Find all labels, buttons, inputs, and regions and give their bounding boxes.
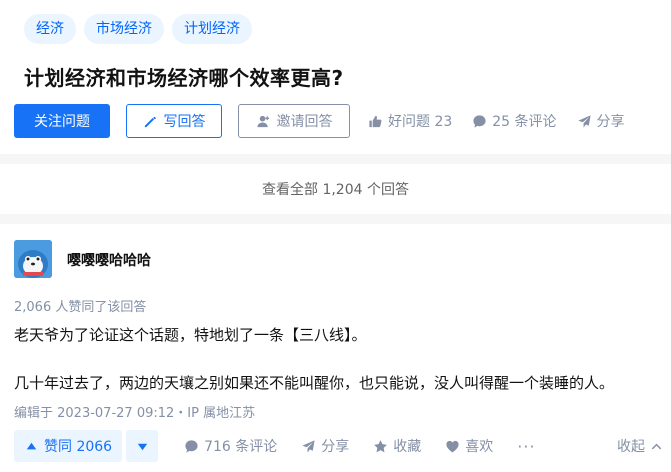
follow-question-label: 关注问题: [34, 114, 90, 130]
chevron-up-icon: [649, 439, 664, 454]
upvote-button[interactable]: 赞同 2066: [14, 430, 123, 462]
invite-answer-label: 邀请回答: [276, 114, 333, 130]
invite-user-icon: [256, 114, 271, 129]
downvote-button[interactable]: [126, 430, 159, 462]
answer-voters-count[interactable]: 2,066 人赞同了该回答: [14, 296, 146, 315]
answer-paragraph: 几十年过去了，两边的天壤之别如果还不能叫醒你，也只能说，没人叫得醒一个装睡的人。: [14, 374, 615, 392]
answer-comments-button[interactable]: 716 条评论: [184, 436, 277, 456]
upvote-label: 赞同 2066: [44, 439, 113, 455]
question-title[interactable]: 计划经济和市场经济哪个效率更高?: [24, 62, 344, 91]
share-plane-icon: [301, 439, 316, 454]
invite-answer-button[interactable]: 邀请回答: [238, 104, 350, 138]
question-share-button[interactable]: 分享: [577, 111, 625, 131]
like-label: 喜欢: [465, 439, 494, 455]
star-icon: [373, 439, 388, 454]
answer-share-button[interactable]: 分享: [301, 436, 349, 456]
view-all-answers-card: 查看全部 1,204 个回答: [0, 164, 671, 214]
question-comments-label: 25 条评论: [492, 114, 557, 130]
write-answer-label: 写回答: [163, 114, 206, 130]
more-options-button[interactable]: ···: [517, 437, 535, 456]
comment-icon: [184, 439, 199, 454]
question-actions: 关注问题 写回答 邀请回答 好问题 23 25 条评论 分享: [14, 104, 625, 138]
good-question-label: 好问题 23: [388, 114, 453, 130]
topic-tag[interactable]: 计划经济: [172, 14, 252, 44]
topic-tags: 经济 市场经济 计划经济: [24, 14, 252, 44]
share-plane-icon: [577, 114, 592, 129]
triangle-up-icon: [24, 439, 39, 454]
favorite-label: 收藏: [393, 439, 422, 455]
pencil-icon: [143, 114, 158, 129]
topic-tag[interactable]: 经济: [24, 14, 76, 44]
edit-timestamp[interactable]: 编辑于 2023-07-27 09:12・IP 属地江苏: [14, 402, 255, 421]
avatar[interactable]: [14, 240, 52, 278]
question-card: 经济 市场经济 计划经济 计划经济和市场经济哪个效率更高? 关注问题 写回答 邀…: [0, 0, 671, 154]
heart-icon: [445, 439, 460, 454]
answer-paragraph: 老天爷为了论证这个话题，特地划了一条【三八线】。: [14, 326, 367, 344]
question-comments-button[interactable]: 25 条评论: [472, 111, 557, 131]
author-name[interactable]: 嘤嘤嘤哈哈哈: [67, 250, 151, 270]
thumbs-up-icon: [368, 114, 383, 129]
question-share-label: 分享: [596, 114, 625, 130]
like-button[interactable]: 喜欢: [445, 436, 493, 456]
answer-share-label: 分享: [321, 439, 350, 455]
favorite-button[interactable]: 收藏: [373, 436, 421, 456]
follow-question-button[interactable]: 关注问题: [14, 104, 110, 138]
topic-tag[interactable]: 市场经济: [84, 14, 164, 44]
view-all-answers-link[interactable]: 查看全部 1,204 个回答: [0, 179, 671, 199]
write-answer-button[interactable]: 写回答: [126, 104, 222, 138]
answer-card: 嘤嘤嘤哈哈哈 2,066 人赞同了该回答 老天爷为了论证这个话题，特地划了一条【…: [0, 224, 671, 472]
collapse-label: 收起: [617, 439, 645, 455]
collapse-button[interactable]: 收起: [617, 436, 664, 456]
comment-icon: [472, 114, 487, 129]
good-question-button[interactable]: 好问题 23: [368, 111, 452, 131]
answer-action-bar: 赞同 2066 716 条评论 分享 收藏 喜欢 ··· 收起: [14, 430, 664, 462]
triangle-down-icon: [135, 439, 150, 454]
answer-comments-label: 716 条评论: [204, 439, 278, 455]
